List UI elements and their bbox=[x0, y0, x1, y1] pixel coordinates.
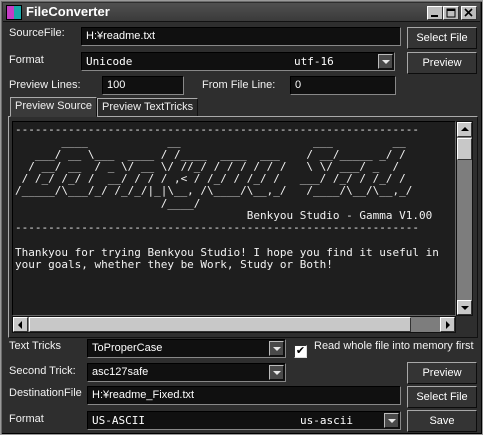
title-bar[interactable]: FileConverter bbox=[3, 3, 480, 22]
chevron-down-icon[interactable] bbox=[269, 341, 284, 356]
second-trick-value: asc127safe bbox=[92, 366, 149, 378]
source-format-code: utf-16 bbox=[294, 55, 334, 68]
source-file-label: SourceFile: bbox=[9, 27, 65, 39]
source-preview-area[interactable]: ----------------------------------------… bbox=[12, 121, 456, 316]
chevron-down-icon[interactable] bbox=[269, 365, 284, 380]
tab-preview-source[interactable]: Preview Source bbox=[10, 97, 98, 117]
destination-format-name: US-ASCII bbox=[92, 414, 145, 427]
vertical-scroll-thumb[interactable] bbox=[457, 138, 472, 160]
minimize-icon bbox=[431, 15, 438, 17]
destination-file-label: DestinationFile bbox=[9, 387, 82, 399]
vertical-scrollbar[interactable] bbox=[456, 121, 473, 316]
horizontal-scrollbar[interactable] bbox=[12, 316, 456, 333]
chevron-down-icon[interactable] bbox=[378, 54, 393, 69]
destination-select-file-button[interactable]: Select File bbox=[407, 386, 477, 408]
source-select-file-button[interactable]: Select File bbox=[407, 27, 477, 49]
scroll-left-button[interactable] bbox=[13, 317, 28, 332]
arrow-left-icon bbox=[18, 321, 22, 329]
arrow-down-icon bbox=[461, 306, 469, 310]
app-icon bbox=[6, 5, 22, 20]
scroll-up-button[interactable] bbox=[457, 122, 472, 137]
second-trick-select[interactable]: asc127safe bbox=[87, 363, 286, 382]
source-format-select[interactable]: Unicode utf-16 bbox=[81, 52, 395, 71]
arrow-right-icon bbox=[446, 321, 450, 329]
close-icon bbox=[464, 8, 473, 17]
from-line-label: From File Line: bbox=[202, 79, 276, 91]
file-converter-window: FileConverter SourceFile: H:¥readme.txt … bbox=[0, 0, 483, 435]
scroll-right-button[interactable] bbox=[440, 317, 455, 332]
read-whole-file-checkbox[interactable]: ✔ bbox=[294, 345, 307, 358]
minimize-button[interactable] bbox=[427, 6, 443, 20]
scroll-down-button[interactable] bbox=[457, 300, 472, 315]
preview-lines-label: Preview Lines: bbox=[9, 79, 81, 91]
close-button[interactable] bbox=[461, 6, 477, 20]
checkmark-icon: ✔ bbox=[295, 344, 306, 357]
arrow-up-icon bbox=[461, 127, 469, 131]
destination-file-input[interactable]: H:¥readme_Fixed.txt bbox=[87, 386, 401, 405]
text-tricks-select[interactable]: ToProperCase bbox=[87, 339, 286, 358]
source-preview-button[interactable]: Preview bbox=[407, 52, 477, 74]
source-preview-text: ----------------------------------------… bbox=[15, 123, 439, 272]
preview-lines-input[interactable]: 100 bbox=[102, 76, 184, 95]
text-tricks-label: Text Tricks bbox=[9, 340, 61, 352]
read-whole-file-label: Read whole file into memory first bbox=[314, 340, 474, 352]
source-format-name: Unicode bbox=[86, 55, 133, 68]
save-button[interactable]: Save bbox=[407, 410, 477, 432]
text-tricks-value: ToProperCase bbox=[92, 342, 163, 354]
maximize-icon bbox=[446, 8, 456, 18]
second-trick-label: Second Trick: bbox=[9, 365, 76, 377]
tricks-preview-button[interactable]: Preview bbox=[407, 362, 477, 384]
destination-format-label: Format bbox=[9, 413, 44, 425]
from-line-input[interactable]: 0 bbox=[290, 76, 396, 95]
source-file-input[interactable]: H:¥readme.txt bbox=[81, 27, 401, 46]
horizontal-scroll-thumb[interactable] bbox=[29, 317, 411, 332]
chevron-down-icon[interactable] bbox=[384, 413, 399, 428]
destination-format-code: us-ascii bbox=[300, 414, 353, 427]
tab-preview-texttricks[interactable]: Preview TextTricks bbox=[97, 98, 199, 117]
maximize-button[interactable] bbox=[443, 6, 459, 20]
destination-format-select[interactable]: US-ASCII us-ascii bbox=[87, 411, 401, 430]
window-title: FileConverter bbox=[26, 4, 110, 19]
source-format-label: Format bbox=[9, 54, 44, 66]
